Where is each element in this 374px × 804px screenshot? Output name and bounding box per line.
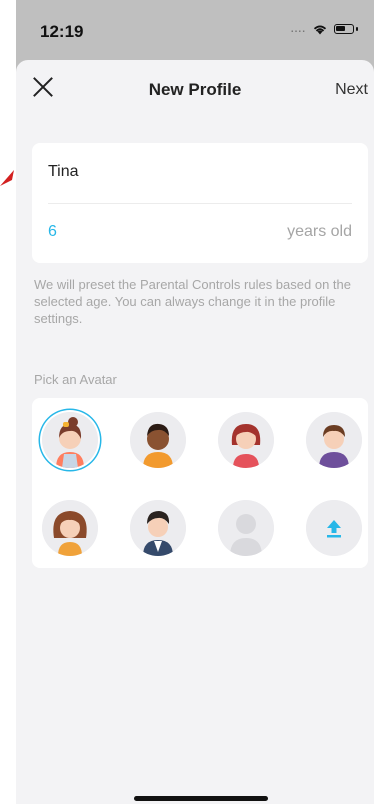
new-profile-sheet: New Profile Next Tina 6 years old We wil…: [16, 60, 374, 804]
field-divider: [48, 203, 352, 204]
phone-screen: 12:19 .... New Profile Next Tina 6 years…: [16, 0, 374, 804]
status-bar: 12:19 ....: [16, 0, 374, 60]
girl-red-hair-avatar[interactable]: [218, 412, 274, 468]
boy-dark-skin-avatar[interactable]: [130, 412, 186, 468]
profile-form-card: Tina 6 years old: [32, 143, 368, 263]
status-time: 12:19: [40, 22, 84, 41]
avatar-picker: [32, 398, 368, 568]
info-text: We will preset the Parental Controls rul…: [34, 277, 351, 326]
battery-tip: [356, 27, 358, 31]
boy-purple-shirt-avatar[interactable]: [306, 412, 362, 468]
girl-curly-hair-avatar[interactable]: [42, 500, 98, 556]
battery-icon: [334, 24, 354, 34]
name-field[interactable]: Tina: [48, 163, 79, 181]
avatar-section-label: Pick an Avatar: [34, 372, 117, 387]
nav-bar: New Profile Next: [16, 60, 374, 116]
signal-dots-icon: ....: [290, 23, 306, 35]
next-button[interactable]: Next: [335, 81, 368, 99]
status-icons: ....: [291, 23, 358, 35]
girl-bun-avatar[interactable]: [42, 412, 98, 468]
boy-suit-avatar[interactable]: [130, 500, 186, 556]
red-arrow-annotation: [0, 170, 14, 186]
age-field[interactable]: 6: [48, 223, 57, 241]
page-title: New Profile: [148, 80, 242, 99]
home-indicator: [134, 796, 268, 801]
upload-icon[interactable]: [306, 500, 362, 556]
wifi-icon: [313, 25, 327, 35]
age-unit-label: years old: [287, 223, 352, 240]
placeholder-avatar[interactable]: [218, 500, 274, 556]
